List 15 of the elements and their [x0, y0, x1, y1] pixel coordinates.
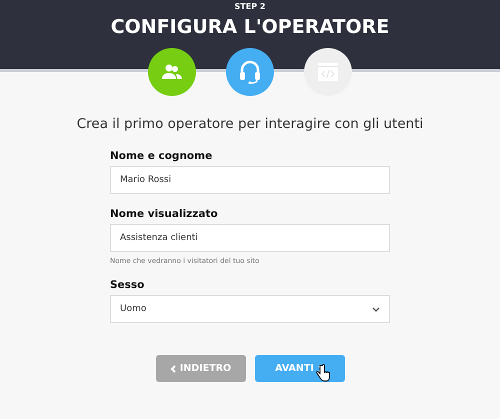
chevron-left-icon: [170, 364, 176, 372]
page-title: CONFIGURA L'OPERATORE: [110, 16, 390, 38]
chevron-down-icon: [372, 306, 380, 312]
step-label: STEP 2: [234, 2, 266, 11]
subtitle: Crea il primo operatore per interagire con gli utenti: [76, 116, 424, 132]
field-label: Nome e cognome: [110, 150, 214, 162]
input-field[interactable]: Assistenza clienti: [110, 224, 390, 252]
field-label: Sesso: [110, 279, 146, 291]
field-label: Nome visualizzato: [110, 208, 219, 220]
hand-cursor-icon: [316, 364, 330, 382]
gender-select[interactable]: Uomo: [110, 295, 390, 323]
input-field[interactable]: Mario Rossi: [110, 166, 390, 194]
code-window-icon: [318, 63, 338, 81]
users-icon: [162, 64, 182, 80]
headset-icon: [239, 60, 261, 84]
